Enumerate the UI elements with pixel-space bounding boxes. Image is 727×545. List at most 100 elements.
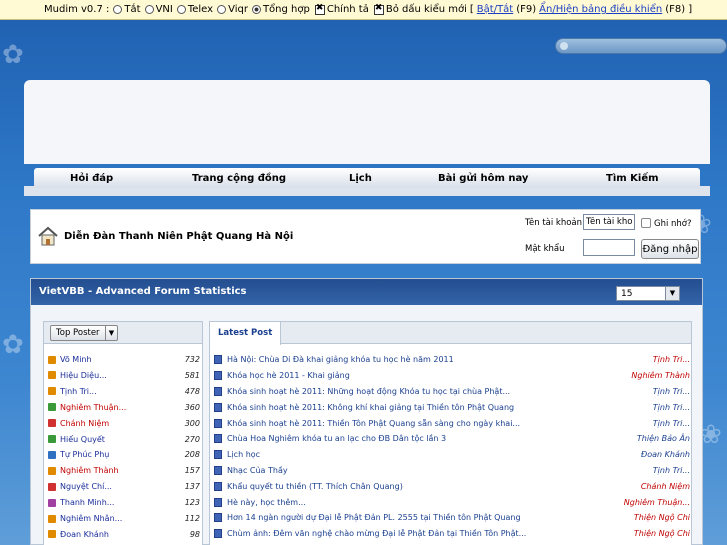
post-icon xyxy=(214,529,222,539)
post-row: Hà Nội: Chùa Di Đà khai giảng khóa tu họ… xyxy=(214,352,690,368)
show-panel-link[interactable]: Ẩn/Hiện bảng điều khiển xyxy=(539,4,662,15)
poster-icon xyxy=(48,450,56,459)
poster-name[interactable]: Nghiêm Thành xyxy=(60,466,185,475)
poster-name[interactable]: Nghiêm Nhân... xyxy=(60,514,185,523)
poster-row: Tự Phúc Phụ 208 xyxy=(48,447,200,462)
home-icon[interactable] xyxy=(37,225,59,247)
post-icon xyxy=(214,402,222,412)
post-author[interactable]: Nghiêm Thành xyxy=(631,371,690,380)
poster-count: 478 xyxy=(184,386,200,396)
radio-telex[interactable] xyxy=(176,5,186,14)
post-title[interactable]: Khóa sinh hoạt hè 2011: Những hoạt động … xyxy=(227,387,653,396)
post-author[interactable]: Chánh Niệm xyxy=(641,482,690,491)
post-author[interactable]: Tịnh Tri... xyxy=(653,387,690,396)
post-title[interactable]: Khóa sinh hoạt hè 2011: Thiền Tôn Phật Q… xyxy=(227,419,653,428)
username-input[interactable] xyxy=(583,214,635,230)
password-input[interactable] xyxy=(583,239,635,256)
poster-count: 123 xyxy=(184,498,200,508)
poster-count: 112 xyxy=(184,514,200,523)
poster-name[interactable]: Võ Minh xyxy=(60,355,185,364)
poster-name[interactable]: Nguyệt Chí... xyxy=(60,482,185,491)
poster-name[interactable]: Tự Phúc Phụ xyxy=(60,450,185,459)
poster-name[interactable]: Chánh Niệm xyxy=(60,419,185,428)
poster-row: Tịnh Tri... 478 xyxy=(48,384,200,399)
checkbox-chinhta[interactable] xyxy=(314,3,325,15)
post-icon xyxy=(214,465,222,475)
post-icon xyxy=(214,481,222,491)
post-author[interactable]: Đoan Khánh xyxy=(641,450,690,459)
post-icon xyxy=(214,434,222,444)
post-author[interactable]: Tịnh Tri... xyxy=(653,419,690,428)
banner xyxy=(24,80,710,164)
post-author[interactable]: Nghiêm Thuận... xyxy=(624,498,690,507)
poster-row: Nghiêm Thuận... 360 xyxy=(48,400,200,415)
poster-icon xyxy=(48,482,56,491)
post-title[interactable]: Hè này, học thêm... xyxy=(227,498,624,507)
poster-row: Thanh Minh... 123 xyxy=(48,495,200,510)
poster-icon xyxy=(48,403,56,412)
search-box[interactable] xyxy=(555,38,727,54)
radio-vni[interactable] xyxy=(144,5,154,14)
poster-count: 270 xyxy=(184,434,200,444)
nav-tim-kiem[interactable]: Tìm Kiếm xyxy=(606,173,659,184)
checkbox-bodau[interactable] xyxy=(373,3,384,15)
chevron-down-icon: ▼ xyxy=(665,287,679,300)
poster-name[interactable]: Nghiêm Thuận... xyxy=(60,403,185,412)
poster-name[interactable]: Tịnh Tri... xyxy=(60,387,185,396)
poster-row: Hiệu Diệu... 581 xyxy=(48,368,200,383)
toggle-link[interactable]: Bật/Tắt xyxy=(477,4,513,15)
post-icon xyxy=(214,450,222,460)
post-row: Khóa học hè 2011 - Khai giảng Nghiêm Thàn… xyxy=(214,368,690,384)
poster-name[interactable]: Hiệu Diệu... xyxy=(60,371,185,380)
nav-trang-cong-dong[interactable]: Trang cộng đồng xyxy=(192,173,286,184)
poster-count: 300 xyxy=(184,418,200,428)
post-title[interactable]: Khóa học hè 2011 - Khai giảng xyxy=(227,371,631,380)
poster-name[interactable]: Hiếu Quyết xyxy=(60,435,185,444)
radio-label: VNI xyxy=(155,4,173,15)
post-title[interactable]: Hơn 14 ngàn người dự Đại lễ Phật Đản PL.… xyxy=(227,513,634,522)
post-title[interactable]: Hà Nội: Chùa Di Đà khai giảng khóa tu họ… xyxy=(227,355,653,364)
radio-tonghop[interactable] xyxy=(251,5,261,14)
radio-viqr[interactable] xyxy=(217,5,227,14)
post-row: Khóa sinh hoạt hè 2011: Không khí khai g… xyxy=(214,399,690,415)
post-author[interactable]: Tịnh Tri... xyxy=(653,403,690,412)
top-poster-select[interactable]: Top Poster ▼ xyxy=(50,325,118,341)
post-row: Hơn 14 ngàn người dự Đại lễ Phật Đản PL.… xyxy=(214,510,690,526)
poster-name[interactable]: Đoan Khánh xyxy=(60,530,190,539)
tab-latest-post[interactable]: Latest Post xyxy=(210,322,282,345)
radio-tat[interactable] xyxy=(113,5,123,14)
count-value: 15 xyxy=(621,289,633,299)
post-title[interactable]: Chùm ảnh: Đêm văn nghệ chào mừng Đại lễ … xyxy=(227,529,634,538)
post-author[interactable]: Tịnh Tri... xyxy=(653,466,690,475)
post-title[interactable]: Lịch học xyxy=(227,450,641,459)
poster-icon xyxy=(48,498,56,507)
top-poster-panel: Top Poster ▼ Võ Minh 732 Hiệu Diệu... 581 Tịn… xyxy=(43,321,203,545)
poster-icon xyxy=(48,387,56,396)
decorative-flower: ✿ xyxy=(2,40,24,70)
post-row: Nhạc Của Thầy Tịnh Tri... xyxy=(214,463,690,479)
remember-checkbox[interactable] xyxy=(641,218,651,228)
post-author[interactable]: Thiện Ngộ Chi xyxy=(634,513,690,522)
post-title[interactable]: Chùa Hoa Nghiêm khóa tu an lạc cho ĐB Dâ… xyxy=(227,434,637,443)
post-author[interactable]: Tịnh Tri... xyxy=(653,355,690,364)
post-row: Lịch học Đoan Khánh xyxy=(214,447,690,463)
poster-row: Chánh Niệm 300 xyxy=(48,416,200,431)
post-title[interactable]: Nhạc Của Thầy xyxy=(227,466,653,475)
post-row: Chùm ảnh: Đêm văn nghệ chào mừng Đại lễ … xyxy=(214,526,690,542)
post-title[interactable]: Khẩu quyết tu thiền (TT. Thích Chân Quan… xyxy=(227,482,641,491)
poster-row: Võ Minh 732 xyxy=(48,352,200,367)
password-label: Mật khẩu xyxy=(525,244,565,254)
post-author[interactable]: Thiện Bảo Ân xyxy=(637,434,690,443)
checkbox-label: Chính tả xyxy=(326,4,369,15)
nav-hoidap[interactable]: Hỏi đáp xyxy=(70,173,113,184)
login-button[interactable]: Đăng nhập xyxy=(641,239,699,259)
post-row: Hè này, học thêm... Nghiêm Thuận... xyxy=(214,494,690,510)
forum-title[interactable]: Diễn Đàn Thanh Niên Phật Quang Hà Nội xyxy=(64,231,293,242)
nav-bai-gui-hom-nay[interactable]: Bài gửi hôm nay xyxy=(438,173,528,184)
poster-name[interactable]: Thanh Minh... xyxy=(60,498,185,507)
post-author[interactable]: Thiện Ngộ Chi xyxy=(634,529,690,538)
radio-label: Telex xyxy=(187,4,214,15)
nav-lich[interactable]: Lịch xyxy=(349,173,372,184)
count-select[interactable]: 15 ▼ xyxy=(616,286,680,301)
post-title[interactable]: Khóa sinh hoạt hè 2011: Không khí khai g… xyxy=(227,403,653,412)
